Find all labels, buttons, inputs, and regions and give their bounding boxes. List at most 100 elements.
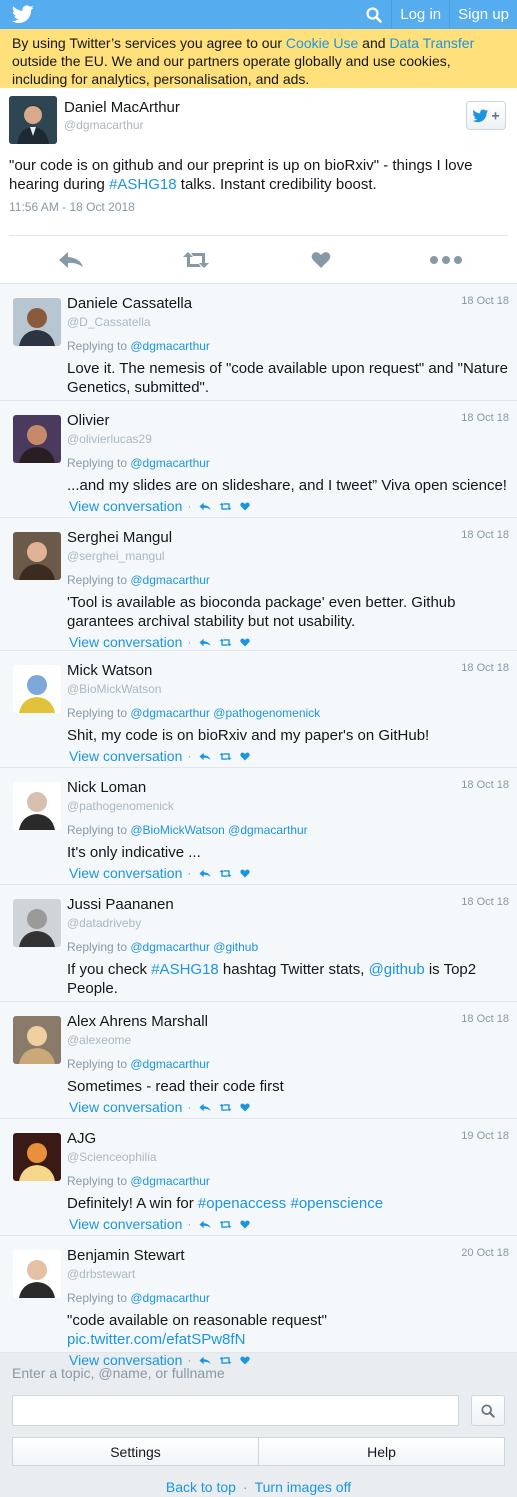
heart-icon[interactable] [236,869,254,878]
tweet-link[interactable]: pic.twitter.com/efatSPw8fN [67,1331,245,1348]
mention-link[interactable]: @dgmacarthur [130,456,210,470]
mention-link[interactable]: @dgmacarthur [130,1291,210,1305]
view-conversation-link[interactable]: View conversation [69,1216,182,1232]
author-name[interactable]: Nick Loman [67,779,509,797]
mention-link[interactable]: @BioMickWatson @dgmacarthur [130,823,307,837]
retweet-icon[interactable] [216,1356,234,1365]
back-to-top-link[interactable]: Back to top [166,1479,236,1495]
tweet-date[interactable]: 19 Oct 18 [461,1130,509,1142]
avatar[interactable] [13,1250,61,1298]
settings-button[interactable]: Settings [12,1437,259,1466]
author-handle[interactable]: @datadriveby [67,916,509,931]
tweet-link[interactable]: #openscience [290,1195,383,1212]
avatar[interactable] [13,298,61,346]
mention-link[interactable]: @dgmacarthur [130,1174,210,1188]
follow-button[interactable] [466,101,506,130]
author-handle[interactable]: @BioMickWatson [67,682,509,697]
reply-icon[interactable] [196,502,214,511]
reply-tweet[interactable]: Mick Watson 18 Oct 18 @BioMickWatson Rep… [0,651,517,768]
turn-images-off-link[interactable]: Turn images off [255,1479,352,1495]
heart-icon[interactable] [236,502,254,511]
avatar[interactable] [13,1133,61,1181]
tweet-link[interactable]: #openaccess [198,1195,286,1212]
login-link[interactable]: Log in [391,0,449,29]
hashtag-link[interactable]: #ASHG18 [109,176,177,193]
author-handle[interactable]: @Scienceophilia [67,1150,509,1165]
like-button[interactable] [301,251,341,269]
search-input[interactable] [12,1395,459,1426]
signup-link[interactable]: Sign up [449,0,517,29]
tweet-date[interactable]: 18 Oct 18 [461,779,509,791]
author-handle[interactable]: @drbstewart [67,1267,509,1282]
retweet-icon[interactable] [216,869,234,878]
retweet-icon[interactable] [216,1220,234,1229]
author-handle[interactable]: @D_Cassatella [67,315,509,330]
tweet-date[interactable]: 18 Oct 18 [461,662,509,674]
tweet-date[interactable]: 18 Oct 18 [461,295,509,307]
avatar[interactable] [13,532,61,580]
author-name[interactable]: Daniel MacArthur [64,99,180,116]
author-handle[interactable]: @pathogenomenick [67,799,509,814]
twitter-bird-icon[interactable] [12,5,34,24]
data-transfer-link[interactable]: Data Transfer [389,35,474,51]
author-name[interactable]: Serghei Mangul [67,529,509,547]
reply-tweet[interactable]: Alex Ahrens Marshall 18 Oct 18 @alexeome… [0,1002,517,1119]
author-name[interactable]: Mick Watson [67,662,509,680]
mention-link[interactable]: @dgmacarthur [130,1057,210,1071]
author-handle[interactable]: @olivierlucas29 [67,432,509,447]
reply-tweet[interactable]: Benjamin Stewart 20 Oct 18 @drbstewart R… [0,1236,517,1368]
reply-icon[interactable] [196,1103,214,1112]
view-conversation-link[interactable]: View conversation [69,748,182,764]
retweet-icon[interactable] [216,502,234,511]
author-handle[interactable]: @alexeome [67,1033,509,1048]
tweet-date[interactable]: 18 Oct 18 [461,1013,509,1025]
reply-tweet[interactable]: Serghei Mangul 18 Oct 18 @serghei_mangul… [0,518,517,651]
tweet-date[interactable]: 18 Oct 18 [461,529,509,541]
tweet-date[interactable]: 18 Oct 18 [461,412,509,424]
author-name[interactable]: Jussi Paananen [67,896,509,914]
cookie-use-link[interactable]: Cookie Use [286,35,358,51]
view-conversation-link[interactable]: View conversation [69,1099,182,1115]
more-button[interactable] [426,255,466,265]
reply-tweet[interactable]: Jussi Paananen 18 Oct 18 @datadriveby Re… [0,885,517,1017]
reply-tweet[interactable]: Olivier 18 Oct 18 @olivierlucas29 Replyi… [0,401,517,518]
retweet-icon[interactable] [216,752,234,761]
mention-link[interactable]: @dgmacarthur [130,573,210,587]
avatar[interactable] [13,899,61,947]
avatar[interactable] [9,96,57,144]
retweet-button[interactable] [176,251,216,269]
avatar[interactable] [13,415,61,463]
view-conversation-link[interactable]: View conversation [69,1352,182,1368]
author-name[interactable]: Daniele Cassatella [67,295,509,313]
mention-link[interactable]: @dgmacarthur @github [130,940,258,954]
author-name[interactable]: Alex Ahrens Marshall [67,1013,509,1031]
mention-link[interactable]: @dgmacarthur @pathogenomenick [130,706,320,720]
heart-icon[interactable] [236,1103,254,1112]
tweet-date[interactable]: 20 Oct 18 [461,1247,509,1259]
author-name[interactable]: Benjamin Stewart [67,1247,509,1265]
search-button[interactable] [357,0,391,29]
reply-button[interactable] [51,251,91,269]
reply-icon[interactable] [196,1220,214,1229]
reply-icon[interactable] [196,869,214,878]
reply-tweet[interactable]: Nick Loman 18 Oct 18 @pathogenomenick Re… [0,768,517,885]
tweet-link[interactable]: @github [369,961,425,978]
heart-icon[interactable] [236,1220,254,1229]
tweet-link[interactable]: #ASHG18 [151,961,219,978]
retweet-icon[interactable] [216,1103,234,1112]
reply-tweet[interactable]: Daniele Cassatella 18 Oct 18 @D_Cassatel… [0,284,517,416]
reply-icon[interactable] [196,638,214,647]
view-conversation-link[interactable]: View conversation [69,634,182,650]
retweet-icon[interactable] [216,638,234,647]
author-handle[interactable]: @dgmacarthur [64,118,144,132]
author-name[interactable]: AJG [67,1130,509,1148]
mention-link[interactable]: @dgmacarthur [130,339,210,353]
view-conversation-link[interactable]: View conversation [69,498,182,514]
avatar[interactable] [13,665,61,713]
avatar[interactable] [13,1016,61,1064]
heart-icon[interactable] [236,1356,254,1365]
tweet-timestamp[interactable]: 11:56 AM - 18 Oct 2018 [9,200,508,236]
avatar[interactable] [13,782,61,830]
view-conversation-link[interactable]: View conversation [69,865,182,881]
help-button[interactable]: Help [259,1437,505,1466]
